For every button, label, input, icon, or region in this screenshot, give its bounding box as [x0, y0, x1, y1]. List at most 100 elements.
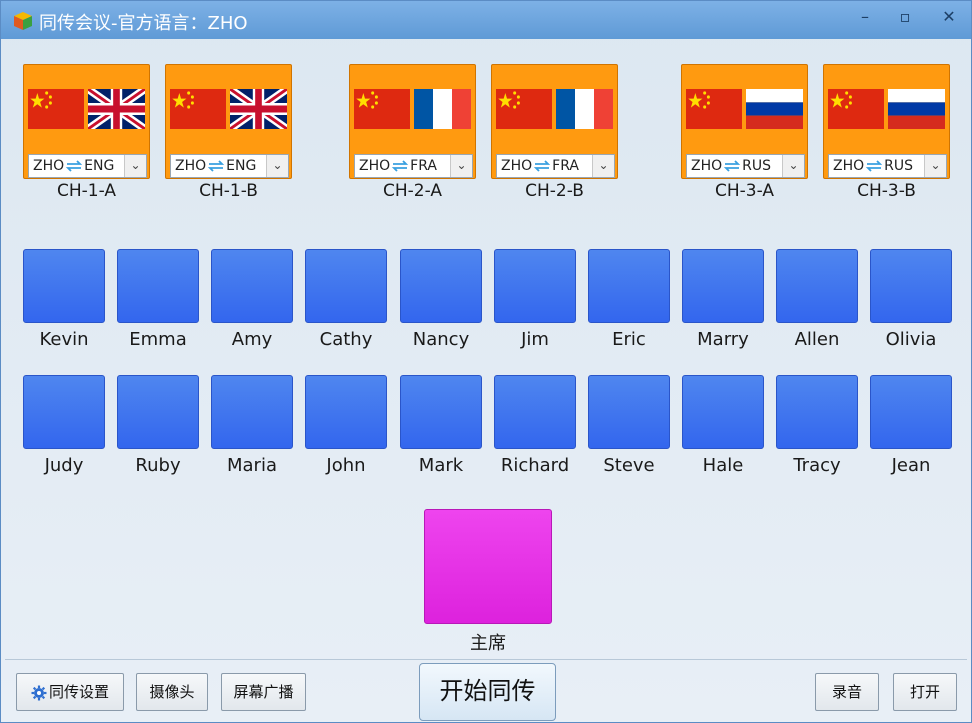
start-interpretation-button[interactable]: 开始同传 [419, 663, 556, 721]
participant-seat[interactable] [870, 249, 952, 323]
participant-seat[interactable] [682, 375, 764, 449]
participant-name: Jean [891, 455, 931, 476]
participant-seat[interactable] [682, 249, 764, 323]
camera-button[interactable]: 摄像头 [136, 673, 208, 711]
source-language: ZHO [33, 158, 65, 174]
participant-seat[interactable] [588, 375, 670, 449]
participant-name: Jim [521, 329, 549, 350]
source-language: ZHO [359, 158, 391, 174]
chevron-down-icon[interactable]: ⌄ [266, 155, 288, 177]
chevron-down-icon[interactable]: ⌄ [124, 155, 146, 177]
language-pair-value: ZHO RUS [833, 158, 913, 174]
close-button[interactable]: ✕ [935, 5, 963, 29]
participant-name: Judy [44, 455, 84, 476]
participant-seat[interactable] [211, 249, 293, 323]
bottom-toolbar: 同传设置 摄像头 屏幕广播 开始同传 录音 打开 [5, 659, 967, 721]
open-button[interactable]: 打开 [893, 673, 957, 711]
target-language: ENG [226, 158, 257, 174]
participant-seat[interactable] [23, 375, 105, 449]
uk-flag-icon [85, 85, 148, 133]
target-language: FRA [410, 158, 437, 174]
ru-flag-icon [888, 89, 945, 129]
participant-name: Richard [500, 455, 570, 476]
chevron-down-icon[interactable]: ⌄ [450, 155, 472, 177]
minimize-button[interactable]: – [851, 5, 879, 29]
chevron-down-icon[interactable]: ⌄ [592, 155, 614, 177]
participant-name: Hale [702, 455, 744, 476]
language-pair-select[interactable]: ZHO RUS ⌄ [828, 154, 947, 178]
cube-app-icon [14, 12, 32, 30]
participant-seat[interactable] [117, 249, 199, 323]
language-pair-select[interactable]: ZHO FRA ⌄ [354, 154, 473, 178]
channel-label: CH-3-A [715, 181, 774, 201]
participant-name: Mark [418, 455, 464, 476]
participant-seat[interactable] [588, 249, 670, 323]
fr-flag-icon [556, 89, 613, 129]
participant-seat[interactable] [776, 375, 858, 449]
language-pair-value: ZHO ENG [175, 158, 256, 174]
channel-card-2[interactable]: ZHO ENG ⌄ [165, 64, 292, 179]
target-language: RUS [884, 158, 914, 174]
channel-card-6[interactable]: ZHO RUS ⌄ [823, 64, 950, 179]
language-pair-select[interactable]: ZHO RUS ⌄ [686, 154, 805, 178]
gear-icon [31, 685, 47, 700]
participant-name: Allen [794, 329, 840, 350]
participant-name: Cathy [319, 329, 373, 350]
swap-arrows-icon [864, 158, 884, 174]
maximize-button[interactable]: ▫ [891, 5, 919, 29]
china-flag-icon [828, 89, 884, 129]
china-flag-icon [170, 89, 226, 129]
participant-seat[interactable] [870, 375, 952, 449]
source-language: ZHO [175, 158, 207, 174]
channel-card-3[interactable]: ZHO FRA ⌄ [349, 64, 476, 179]
settings-button[interactable]: 同传设置 [16, 673, 124, 711]
language-pair-value: ZHO FRA [359, 158, 437, 174]
channel-card-1[interactable]: ZHO ENG ⌄ [23, 64, 150, 179]
uk-flag-icon [227, 85, 290, 133]
participant-name: Maria [227, 455, 277, 476]
target-language: ENG [84, 158, 115, 174]
participant-seat[interactable] [494, 375, 576, 449]
swap-arrows-icon [64, 158, 84, 174]
participant-name: Ruby [135, 455, 181, 476]
record-button[interactable]: 录音 [815, 673, 879, 711]
channel-label: CH-3-B [857, 181, 916, 201]
participant-name: Kevin [39, 329, 89, 350]
participant-name: Olivia [885, 329, 937, 350]
participant-seat[interactable] [400, 249, 482, 323]
language-pair-value: ZHO RUS [691, 158, 771, 174]
participant-seat[interactable] [776, 249, 858, 323]
channel-card-5[interactable]: ZHO RUS ⌄ [681, 64, 808, 179]
target-language: RUS [742, 158, 772, 174]
window-title: 同传会议-官方语言：ZHO [39, 13, 248, 34]
participant-seat[interactable] [23, 249, 105, 323]
swap-arrows-icon [722, 158, 742, 174]
title-bar: 同传会议-官方语言：ZHO – ▫ ✕ [1, 1, 971, 39]
chevron-down-icon[interactable]: ⌄ [782, 155, 804, 177]
language-pair-value: ZHO ENG [33, 158, 114, 174]
channel-card-4[interactable]: ZHO FRA ⌄ [491, 64, 618, 179]
participant-seat[interactable] [117, 375, 199, 449]
china-flag-icon [496, 89, 552, 129]
participant-seat[interactable] [305, 249, 387, 323]
participant-name: Steve [603, 455, 655, 476]
participant-seat[interactable] [494, 249, 576, 323]
china-flag-icon [28, 89, 84, 129]
china-flag-icon [354, 89, 410, 129]
china-flag-icon [686, 89, 742, 129]
target-language: FRA [552, 158, 579, 174]
participant-seat[interactable] [305, 375, 387, 449]
settings-label: 同传设置 [48, 683, 109, 701]
chevron-down-icon[interactable]: ⌄ [924, 155, 946, 177]
language-pair-select[interactable]: ZHO ENG ⌄ [28, 154, 147, 178]
participant-seat[interactable] [211, 375, 293, 449]
language-pair-select[interactable]: ZHO ENG ⌄ [170, 154, 289, 178]
app-window: 同传会议-官方语言：ZHO – ▫ ✕ ZHO ENG ⌄ CH-1-A ZHO ENG ⌄… [0, 0, 972, 723]
language-pair-value: ZHO FRA [501, 158, 579, 174]
channel-label: CH-2-B [525, 181, 584, 201]
chairman-seat[interactable] [424, 509, 552, 624]
screen-broadcast-button[interactable]: 屏幕广播 [221, 673, 306, 711]
participant-seat[interactable] [400, 375, 482, 449]
language-pair-select[interactable]: ZHO FRA ⌄ [496, 154, 615, 178]
channel-label: CH-1-B [199, 181, 258, 201]
